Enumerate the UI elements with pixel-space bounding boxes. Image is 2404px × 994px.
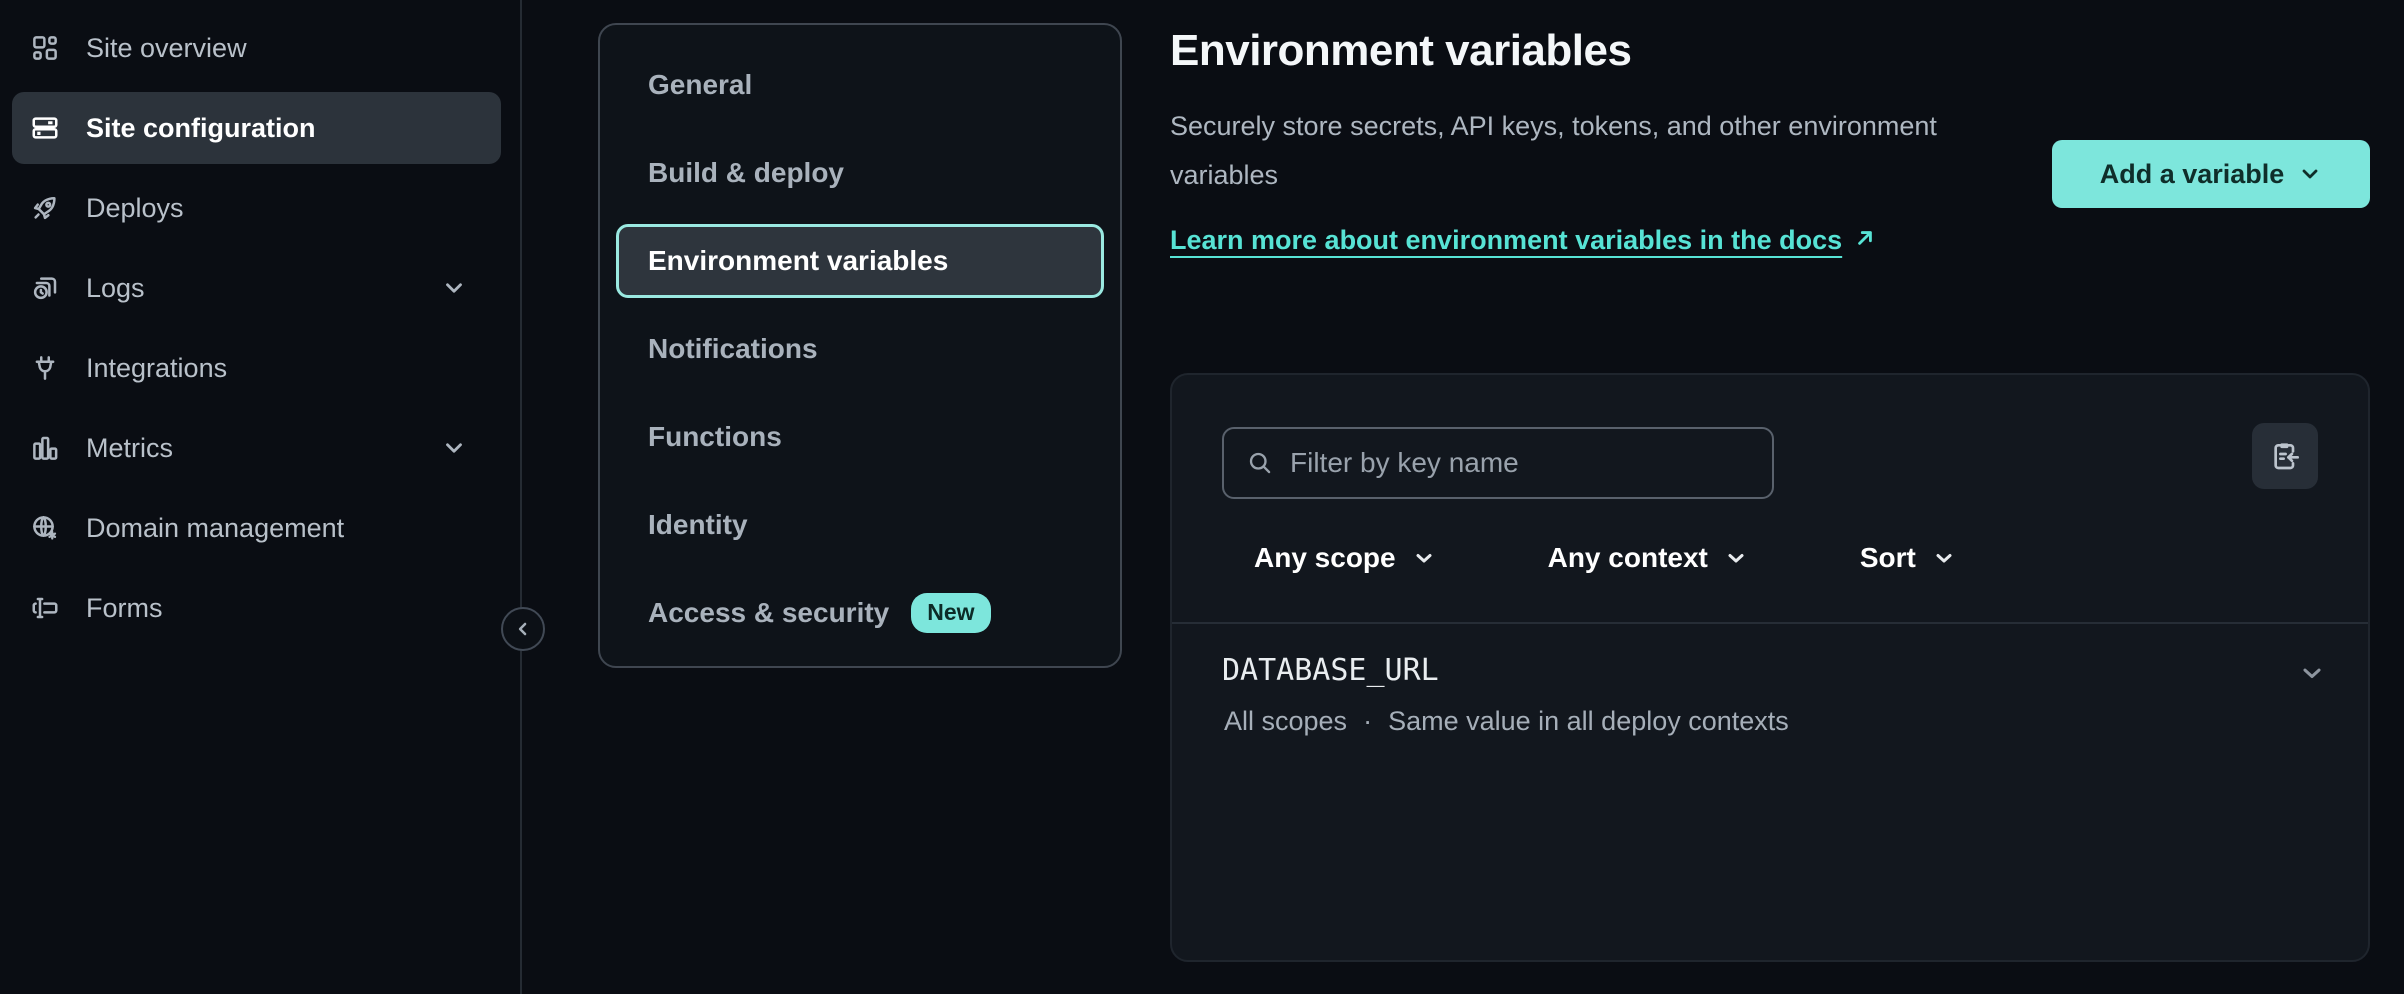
add-variable-button[interactable]: Add a variable	[2052, 140, 2370, 208]
context-filter-dropdown[interactable]: Any context	[1548, 542, 1748, 574]
chevron-down-icon	[1932, 546, 1956, 570]
settings-nav-label: Notifications	[648, 333, 818, 365]
server-icon	[30, 113, 60, 143]
settings-nav-label: Access & security	[648, 597, 889, 629]
add-variable-label: Add a variable	[2100, 159, 2285, 190]
env-var-meta: All scopes · Same value in all deploy co…	[1224, 706, 1789, 737]
site-sidebar: Site overview Site configuration Dep	[0, 0, 522, 994]
chevron-down-icon	[2298, 162, 2322, 186]
sort-label: Sort	[1860, 542, 1916, 574]
filter-search-box	[1222, 427, 1774, 499]
sidebar-collapse-button[interactable]	[501, 607, 545, 651]
sidebar-item-forms[interactable]: Forms	[12, 572, 501, 644]
grid-icon	[30, 33, 60, 63]
sort-dropdown[interactable]: Sort	[1860, 542, 1956, 574]
env-var-contexts: Same value in all deploy contexts	[1388, 706, 1789, 737]
bar-chart-icon	[30, 433, 60, 463]
import-env-button[interactable]	[2252, 423, 2318, 489]
filters-row: Any scope Any context Sort	[1254, 527, 1956, 589]
sidebar-item-integrations[interactable]: Integrations	[12, 332, 501, 404]
sidebar-item-label: Forms	[86, 593, 163, 624]
meta-separator: ·	[1363, 706, 1372, 737]
sidebar-item-label: Site configuration	[86, 113, 316, 144]
scope-filter-label: Any scope	[1254, 542, 1396, 574]
new-badge: New	[911, 593, 990, 633]
chevron-down-icon	[1412, 546, 1436, 570]
sidebar-item-label: Site overview	[86, 33, 247, 64]
sidebar-item-deploys[interactable]: Deploys	[12, 172, 501, 244]
environment-variables-page: Site overview Site configuration Dep	[0, 0, 2404, 994]
sidebar-item-label: Metrics	[86, 433, 173, 464]
import-env-icon	[2269, 440, 2301, 472]
filter-key-input[interactable]	[1290, 447, 1750, 479]
sidebar-item-metrics[interactable]: Metrics	[12, 412, 501, 484]
sidebar-item-domain-management[interactable]: Domain management	[12, 492, 501, 564]
env-var-key: DATABASE_URL	[1222, 653, 1439, 688]
settings-nav-label: General	[648, 69, 752, 101]
settings-nav-item-identity[interactable]: Identity	[616, 481, 1104, 569]
chevron-down-icon	[2298, 659, 2326, 687]
env-var-expand-button[interactable]	[2290, 651, 2334, 695]
settings-nav-label: Build & deploy	[648, 157, 844, 189]
rocket-icon	[30, 193, 60, 223]
chevron-down-icon[interactable]	[441, 435, 467, 461]
env-var-scopes: All scopes	[1224, 706, 1347, 737]
chevron-left-icon	[513, 619, 533, 639]
settings-nav-label: Environment variables	[648, 245, 948, 277]
sidebar-item-label: Integrations	[86, 353, 227, 384]
environment-variables-card: Any scope Any context Sort DATABASE_URL	[1170, 373, 2370, 962]
divider	[1172, 622, 2368, 624]
settings-nav-label: Identity	[648, 509, 748, 541]
sidebar-item-label: Domain management	[86, 513, 344, 544]
globe-icon	[30, 513, 60, 543]
settings-nav-item-general[interactable]: General	[616, 41, 1104, 129]
settings-nav-item-environment-variables[interactable]: Environment variables	[616, 224, 1104, 298]
docs-link[interactable]: Learn more about environment variables i…	[1170, 216, 1900, 265]
sidebar-item-logs[interactable]: Logs	[12, 252, 501, 324]
page-title: Environment variables	[1170, 26, 1631, 76]
context-filter-label: Any context	[1548, 542, 1708, 574]
settings-nav-item-notifications[interactable]: Notifications	[616, 305, 1104, 393]
page-description: Securely store secrets, API keys, tokens…	[1170, 102, 1945, 200]
settings-nav-label: Functions	[648, 421, 782, 453]
form-icon	[30, 593, 60, 623]
scope-filter-dropdown[interactable]: Any scope	[1254, 542, 1436, 574]
site-configuration-nav: General Build & deploy Environment varia…	[598, 23, 1122, 668]
plug-icon	[30, 353, 60, 383]
sidebar-item-site-configuration[interactable]: Site configuration	[12, 92, 501, 164]
settings-nav-item-build-deploy[interactable]: Build & deploy	[616, 129, 1104, 217]
logs-icon	[30, 273, 60, 303]
search-icon	[1246, 449, 1274, 477]
chevron-down-icon	[1724, 546, 1748, 570]
chevron-down-icon[interactable]	[441, 275, 467, 301]
settings-nav-item-access-security[interactable]: Access & security New	[616, 569, 1104, 657]
sidebar-item-label: Logs	[86, 273, 145, 304]
arrow-up-right-icon	[1852, 225, 1878, 251]
sidebar-item-site-overview[interactable]: Site overview	[12, 12, 501, 84]
settings-nav-item-functions[interactable]: Functions	[616, 393, 1104, 481]
sidebar-item-label: Deploys	[86, 193, 184, 224]
docs-link-text: Learn more about environment variables i…	[1170, 225, 1842, 255]
